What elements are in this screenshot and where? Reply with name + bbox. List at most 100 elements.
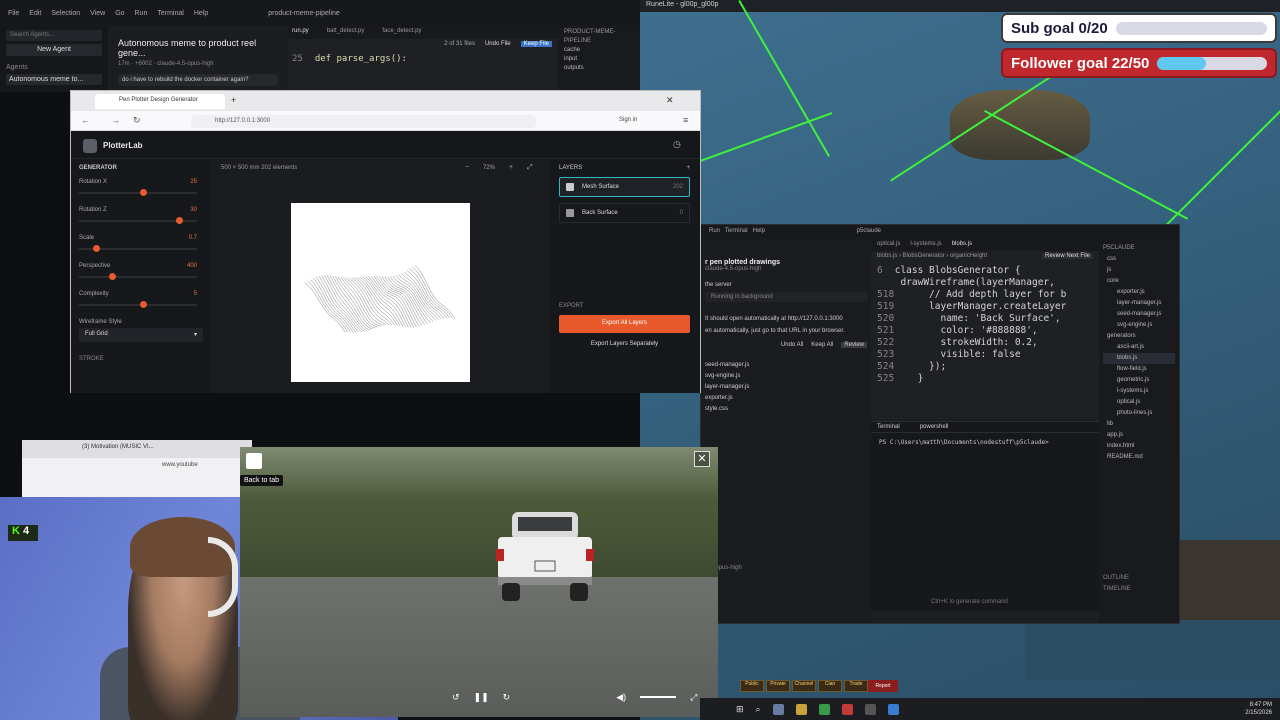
slider-knob[interactable] — [175, 217, 183, 224]
help-icon[interactable]: ◷ — [673, 139, 681, 150]
code1-menu-run[interactable]: Run — [135, 10, 148, 17]
new-tab-icon[interactable]: + — [231, 95, 236, 105]
chat-tab-public[interactable]: Public — [740, 680, 764, 692]
browser-tab[interactable]: Pen Plotter Design Generator — [95, 94, 225, 109]
code1-menu-terminal[interactable]: Terminal — [157, 10, 183, 17]
slider-knob[interactable] — [108, 273, 116, 280]
zoom-in-icon[interactable]: + — [509, 164, 513, 171]
layer-back-surface[interactable]: Back Surface 0 — [559, 203, 690, 223]
tab-blobs[interactable]: blobs.js — [952, 241, 972, 249]
zoom-out-icon[interactable]: − — [465, 164, 469, 171]
chat-tab-trade[interactable]: Trade — [844, 680, 868, 692]
export-all-button[interactable]: Export All Layers — [559, 315, 690, 333]
slider-rotation-x[interactable]: Rotation X 25 — [79, 179, 203, 207]
terminal-tab[interactable]: Terminal — [877, 424, 900, 430]
window-close-icon[interactable]: ✕ — [666, 95, 674, 106]
tree-item[interactable]: index.html — [1103, 441, 1175, 452]
undo-file-button[interactable]: Undo File — [485, 41, 511, 47]
tree-item[interactable]: layer-manager.js — [1103, 298, 1175, 309]
pause-icon[interactable]: ❚❚ — [474, 692, 489, 703]
outline-section[interactable]: OUTLINE — [1103, 573, 1175, 584]
tree-item[interactable]: core — [1103, 276, 1175, 287]
agent-list-item[interactable]: Autonomous meme to... — [6, 74, 102, 85]
slider-track[interactable] — [79, 276, 197, 278]
keep-file-button[interactable]: Keep File — [520, 41, 552, 47]
search-icon[interactable]: ⌕ — [756, 704, 761, 715]
taskbar-app-icon[interactable] — [818, 703, 830, 715]
code2-menu-terminal[interactable]: Terminal — [725, 228, 748, 234]
tab-optical[interactable]: optical.js — [877, 241, 900, 249]
game-chatbox[interactable] — [1025, 620, 1280, 680]
keep-all-button[interactable]: Keep All — [811, 342, 833, 348]
slider-scale[interactable]: Scale 0.7 — [79, 235, 203, 263]
address-bar[interactable]: http://127.0.0.1:3000 — [191, 115, 536, 128]
tree-item[interactable]: js — [1103, 265, 1175, 276]
tree-item[interactable]: flow-field.js — [1103, 364, 1175, 375]
tree-item[interactable]: seed-manager.js — [1103, 309, 1175, 320]
tree-item[interactable]: lib — [1103, 419, 1175, 430]
start-icon[interactable]: ⊞ — [736, 704, 744, 715]
code2-editor[interactable]: optical.js l-systems.js blobs.js blobs.j… — [871, 239, 1099, 419]
fullscreen-icon[interactable]: ⤢ — [527, 164, 533, 172]
pip-close-button[interactable]: ✕ — [694, 451, 710, 467]
terminal-panel[interactable]: Terminal powershell PS C:\Users\matth\Do… — [871, 421, 1099, 611]
layer-visibility-icon[interactable] — [566, 183, 574, 191]
menu-icon[interactable]: ≡ — [683, 115, 688, 125]
yt-tab-1[interactable]: (3) Motivation (MUSIC VI... — [82, 444, 154, 450]
code1-menu-view[interactable]: View — [90, 10, 105, 17]
add-layer-icon[interactable]: + — [686, 165, 690, 171]
tree-item[interactable]: l-systems.js — [1103, 386, 1175, 397]
slider-knob[interactable] — [93, 245, 101, 252]
layer-mesh-surface[interactable]: Mesh Surface 202 — [559, 177, 690, 197]
taskbar-app-icon[interactable] — [795, 703, 807, 715]
slider-perspective[interactable]: Perspective 400 — [79, 263, 203, 291]
code1-menu-go[interactable]: Go — [115, 10, 124, 17]
report-button[interactable]: Report — [868, 680, 898, 692]
powershell-tab[interactable]: powershell — [920, 424, 949, 430]
tree-item[interactable]: app.js — [1103, 430, 1175, 441]
wireframe-select[interactable]: Full Grid ▾ — [79, 328, 203, 342]
back-icon[interactable]: ← — [81, 115, 90, 125]
tree-item[interactable]: svg-engine.js — [1103, 320, 1175, 331]
slider-track[interactable] — [79, 304, 197, 306]
canvas-area[interactable]: 500 × 500 mm 202 elements − 72% + ⤢ — [211, 159, 549, 393]
tree-item[interactable]: geometric.js — [1103, 375, 1175, 386]
tree-item[interactable]: ascii-art.js — [1103, 342, 1175, 353]
changed-file[interactable]: seed-manager.js — [705, 360, 867, 371]
slider-complexity[interactable]: Complexity 5 — [79, 291, 203, 319]
code2-menu-run[interactable]: Run — [709, 228, 720, 234]
undo-all-button[interactable]: Undo All — [781, 342, 803, 348]
tree-item-input[interactable]: input — [564, 55, 634, 64]
slider-knob[interactable] — [140, 189, 148, 196]
chat-tab-clan[interactable]: Clan — [818, 680, 842, 692]
volume-icon[interactable]: ◀) — [616, 692, 626, 703]
new-agent-button[interactable]: New Agent — [6, 44, 102, 56]
pip-expand-icon[interactable]: ⤢ — [690, 692, 697, 703]
chat-tab-channel[interactable]: Channel — [792, 680, 816, 692]
tree-item[interactable]: generators — [1103, 331, 1175, 342]
code1-menu-file[interactable]: File — [8, 10, 19, 17]
layer-visibility-icon[interactable] — [566, 209, 574, 217]
pip-video-player[interactable]: Back to tab ✕ ↺ ❚❚ ↻ ◀) ⤢ — [240, 447, 718, 717]
back-to-tab-button[interactable] — [246, 453, 262, 469]
review-button[interactable]: Review — [841, 342, 867, 348]
reload-icon[interactable]: ↻ — [133, 115, 141, 126]
slider-track[interactable] — [79, 192, 197, 194]
code1-menu-help[interactable]: Help — [194, 10, 208, 17]
changed-file[interactable]: layer-manager.js — [705, 382, 867, 393]
chat-tab-private[interactable]: Private — [766, 680, 790, 692]
tree-item-cache[interactable]: cache — [564, 46, 634, 55]
rewind-icon[interactable]: ↺ — [452, 692, 460, 703]
export-separately-button[interactable]: Export Layers Separately — [559, 337, 690, 353]
code1-menu-selection[interactable]: Selection — [51, 10, 80, 17]
taskbar-app-icon[interactable] — [864, 703, 876, 715]
agent-search-input[interactable]: Search Agents... — [6, 30, 102, 41]
system-clock[interactable]: 8:47 PM 2/15/2026 — [1245, 701, 1272, 717]
taskbar-app-icon[interactable] — [887, 703, 899, 715]
forward-icon[interactable]: ↻ — [503, 692, 511, 703]
tab-l-systems[interactable]: l-systems.js — [910, 241, 941, 249]
forward-icon[interactable]: → — [111, 115, 120, 125]
slider-knob[interactable] — [140, 301, 148, 308]
code1-menu-edit[interactable]: Edit — [29, 10, 41, 17]
sign-in-button[interactable]: Sign in — [619, 117, 637, 123]
